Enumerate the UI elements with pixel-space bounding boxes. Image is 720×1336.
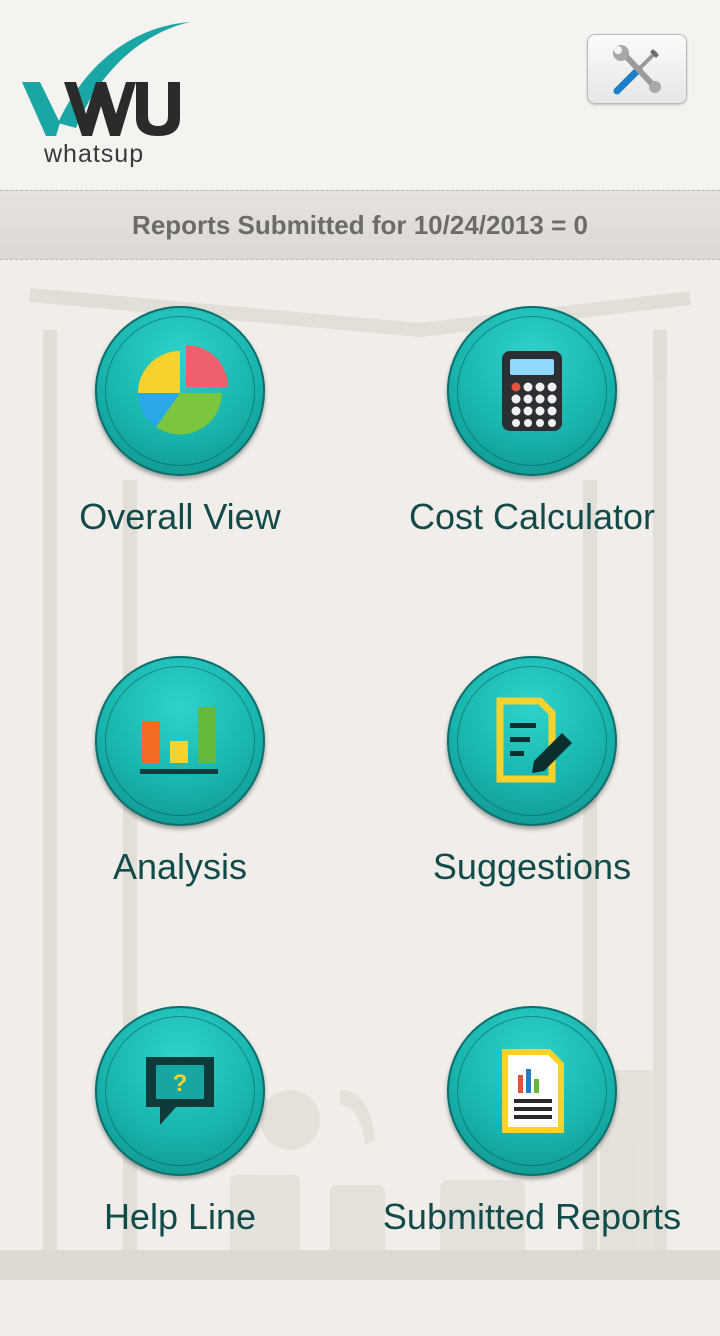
menu-item-cost-calculator[interactable]: Cost Calculator — [352, 306, 712, 636]
analysis-button[interactable] — [95, 656, 265, 826]
cost-calculator-label: Cost Calculator — [408, 496, 656, 537]
app-logo: whatsup — [18, 18, 208, 168]
suggestions-label: Suggestions — [432, 846, 632, 887]
analysis-label: Analysis — [112, 846, 248, 887]
submitted-reports-label: Submitted Reports — [382, 1196, 682, 1237]
calculator-icon — [502, 351, 562, 431]
submitted-reports-button[interactable] — [447, 1006, 617, 1176]
svg-text:?: ? — [173, 1070, 188, 1097]
logo-text: whatsup — [44, 140, 145, 168]
help-chat-icon: ? — [146, 1057, 214, 1125]
report-document-icon — [502, 1049, 564, 1133]
bar-chart-icon — [140, 707, 218, 774]
overall-view-button[interactable] — [95, 306, 265, 476]
help-line-button[interactable]: ? — [95, 1006, 265, 1176]
tools-icon — [613, 45, 661, 95]
settings-button[interactable] — [587, 34, 687, 104]
menu-item-analysis[interactable]: Analysis — [0, 656, 360, 986]
cost-calculator-button[interactable] — [447, 306, 617, 476]
menu-item-suggestions[interactable]: Suggestions — [352, 656, 712, 986]
help-line-label: Help Line — [103, 1196, 257, 1237]
app-header: whatsup — [0, 0, 720, 190]
menu-item-help-line[interactable]: ? Help Line — [0, 1006, 360, 1336]
reports-status-bar: Reports Submitted for 10/24/2013 = 0 — [0, 190, 720, 260]
reports-status-text: Reports Submitted for 10/24/2013 = 0 — [132, 209, 588, 240]
pie-chart-icon — [138, 345, 228, 435]
menu-item-submitted-reports[interactable]: Submitted Reports — [352, 1006, 712, 1336]
edit-document-icon — [496, 697, 572, 783]
overall-view-label: Overall View — [79, 496, 281, 537]
suggestions-button[interactable] — [447, 656, 617, 826]
menu-item-overall-view[interactable]: Overall View — [0, 306, 360, 636]
